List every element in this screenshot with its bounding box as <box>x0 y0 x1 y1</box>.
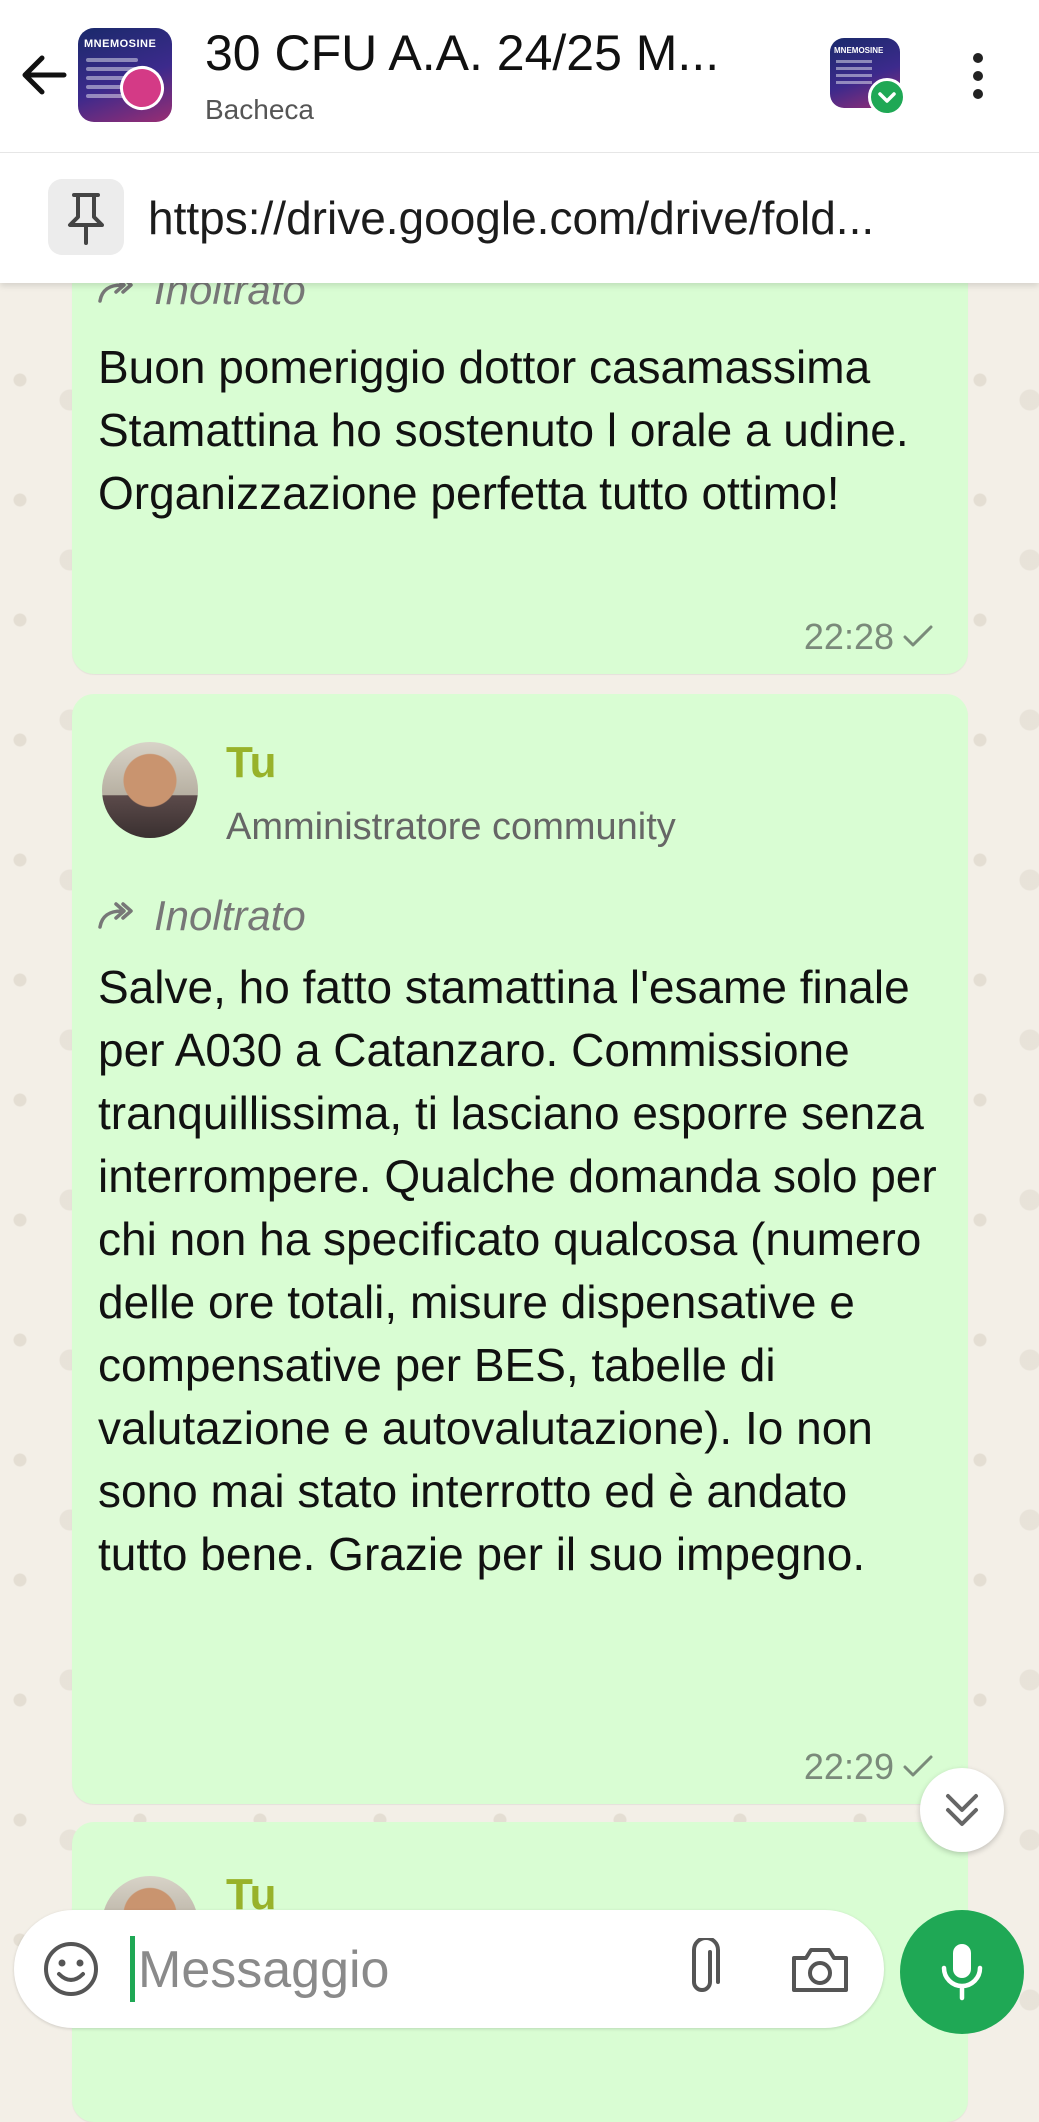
camera-icon <box>792 1948 848 1992</box>
more-options-button[interactable] <box>950 48 1006 104</box>
back-button[interactable] <box>16 46 74 104</box>
sent-check-icon <box>903 625 933 647</box>
voice-message-button[interactable] <box>900 1910 1024 2034</box>
scroll-to-bottom-button[interactable] <box>920 1768 1004 1852</box>
chat-header: MNEMOSINE 30 CFU A.A. 24/25 M... Bacheca… <box>0 0 1039 153</box>
message-text: Buon pomeriggio dottor casamassima Stama… <box>98 341 909 519</box>
message-composer <box>14 1910 884 2028</box>
message-timestamp: 22:29 <box>804 1746 934 1788</box>
message-bubble[interactable]: Tu Amministratore community Inoltrato Sa… <box>72 694 968 1804</box>
forwarded-label: Inoltrato <box>154 892 306 939</box>
forward-arrow-icon <box>98 902 133 929</box>
paperclip-icon <box>692 1936 720 1992</box>
microphone-icon <box>941 1944 983 2001</box>
message-timestamp: 22:28 <box>804 616 934 658</box>
check-badge-icon <box>868 78 906 116</box>
text-caret <box>130 1936 135 2002</box>
message-text: Salve, ho fatto stamattina l'esame final… <box>98 961 937 1580</box>
pinned-link-text[interactable]: https://drive.google.com/drive/fold... <box>148 191 1018 245</box>
arrow-left-icon <box>22 55 67 95</box>
group-avatar[interactable]: MNEMOSINE <box>78 28 172 122</box>
emoji-icon <box>44 1942 98 1996</box>
attach-button[interactable] <box>674 1936 734 2000</box>
group-avatar-logo-text: MNEMOSINE <box>84 38 157 50</box>
forwarded-indicator: Inoltrato <box>96 892 306 940</box>
chat-subtitle: Bacheca <box>205 94 314 125</box>
community-avatar-logo-text: MNEMOSINE <box>834 46 884 55</box>
avatar[interactable] <box>102 742 198 838</box>
camera-button[interactable] <box>788 1940 852 1998</box>
sender-name[interactable]: Tu <box>226 738 277 788</box>
pinned-message-bar[interactable]: https://drive.google.com/drive/fold... <box>0 153 1039 283</box>
pin-icon <box>68 193 104 245</box>
emoji-button[interactable] <box>42 1940 100 1998</box>
chat-title[interactable]: 30 CFU A.A. 24/25 M... <box>205 24 795 82</box>
sender-role: Amministratore community <box>226 806 676 848</box>
pin-icon-box <box>48 179 124 255</box>
more-vertical-icon <box>973 53 983 99</box>
message-input[interactable] <box>136 1932 660 2008</box>
chevron-double-down-icon <box>946 1794 978 1826</box>
